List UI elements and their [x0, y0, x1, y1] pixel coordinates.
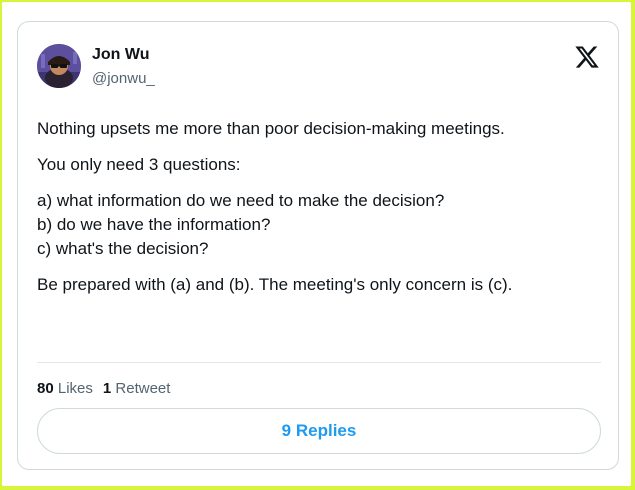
- replies-button-label: 9 Replies: [281, 421, 357, 440]
- tweet-line: Nothing upsets me more than poor decisio…: [37, 119, 505, 138]
- tweet-line: You only need 3 questions:: [37, 155, 241, 174]
- tweet-paragraph: You only need 3 questions:: [37, 153, 607, 177]
- tweet-paragraph: a) what information do we need to make t…: [37, 189, 607, 261]
- likes-count: 80: [37, 380, 54, 397]
- replies-button[interactable]: 9 Replies: [37, 408, 601, 454]
- retweets-stat[interactable]: 1 Retweet: [103, 380, 171, 397]
- avatar[interactable]: [37, 44, 81, 88]
- tweet-card: Jon Wu @jonwu_ Nothing upsets me more th…: [17, 21, 619, 470]
- likes-label: Likes: [57, 380, 93, 397]
- engagement-stats: 80 Likes 1 Retweet: [37, 380, 170, 398]
- author-name[interactable]: Jon Wu: [92, 46, 149, 64]
- x-logo-icon[interactable]: [574, 44, 600, 70]
- likes-stat[interactable]: 80 Likes: [37, 380, 93, 397]
- tweet-text: Nothing upsets me more than poor decisio…: [37, 117, 607, 309]
- tweet-line: b) do we have the information?: [37, 215, 271, 234]
- author-handle[interactable]: @jonwu_: [92, 70, 155, 88]
- tweet-paragraph: Be prepared with (a) and (b). The meetin…: [37, 273, 607, 297]
- tweet-line: a) what information do we need to make t…: [37, 191, 445, 210]
- retweets-label: Retweet: [115, 380, 171, 397]
- tweet-paragraph: Nothing upsets me more than poor decisio…: [37, 117, 607, 141]
- tweet-line: Be prepared with (a) and (b). The meetin…: [37, 275, 513, 294]
- tweet-line: c) what's the decision?: [37, 239, 209, 258]
- divider: [37, 362, 601, 363]
- retweets-count: 1: [102, 380, 112, 397]
